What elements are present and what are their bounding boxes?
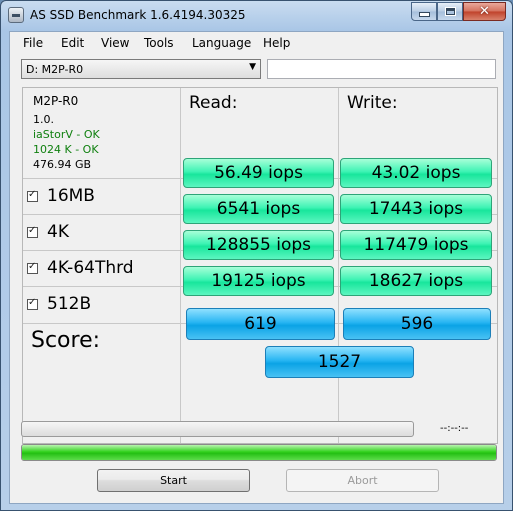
close-button[interactable]: ✕ bbox=[463, 2, 506, 21]
abort-button[interactable]: Abort bbox=[286, 469, 439, 492]
checkbox-16mb[interactable] bbox=[27, 189, 38, 202]
app-icon bbox=[8, 7, 24, 23]
test-row-16mb[interactable]: 16MB bbox=[27, 181, 95, 211]
result-4k-write: 17443 iops bbox=[340, 194, 492, 224]
drive-select[interactable]: D: M2P-R0 ▼ bbox=[21, 59, 261, 79]
write-column-header: Write: bbox=[347, 93, 398, 113]
test-label-4k: 4K bbox=[47, 222, 69, 242]
drive-capacity: 476.94 GB bbox=[33, 158, 92, 171]
menu-view[interactable]: View bbox=[101, 36, 129, 50]
test-row-512b[interactable]: 512B bbox=[27, 289, 91, 319]
score-label: Score: bbox=[31, 328, 101, 353]
menu-file[interactable]: File bbox=[23, 36, 43, 50]
checkbox-4k[interactable] bbox=[27, 225, 38, 238]
drive-name: M2P-R0 bbox=[33, 94, 79, 108]
minimize-button[interactable] bbox=[411, 2, 437, 21]
client-area: File Edit View Tools Language Help D: M2… bbox=[9, 31, 504, 504]
drive-select-value: D: M2P-R0 bbox=[26, 63, 84, 76]
result-4k-64thrd-read: 128855 iops bbox=[183, 230, 334, 260]
result-512b-write: 18627 iops bbox=[340, 266, 492, 296]
score-read: 619 bbox=[186, 308, 335, 340]
maximize-button[interactable] bbox=[437, 2, 463, 21]
result-512b-read: 19125 iops bbox=[183, 266, 334, 296]
overall-progress-fill bbox=[22, 445, 496, 460]
divider bbox=[338, 88, 339, 443]
result-4k-64thrd-write: 117479 iops bbox=[340, 230, 492, 260]
title-bar[interactable]: AS SSD Benchmark 1.6.4194.30325 ✕ bbox=[1, 1, 512, 31]
maximize-icon bbox=[444, 7, 456, 16]
alignment-status: 1024 K - OK bbox=[33, 143, 99, 156]
chevron-down-icon: ▼ bbox=[249, 62, 256, 72]
overall-progress-bar bbox=[21, 444, 497, 461]
menu-bar: File Edit View Tools Language Help bbox=[10, 32, 503, 54]
drive-version: 1.0. bbox=[33, 113, 54, 126]
minimize-icon bbox=[418, 12, 430, 17]
caption-buttons: ✕ bbox=[411, 2, 506, 22]
app-window: AS SSD Benchmark 1.6.4194.30325 ✕ File E… bbox=[0, 0, 513, 511]
divider bbox=[180, 88, 181, 443]
driver-status: iaStorV - OK bbox=[33, 128, 100, 141]
menu-tools[interactable]: Tools bbox=[144, 36, 174, 50]
result-16mb-read: 56.49 iops bbox=[183, 158, 334, 188]
menu-edit[interactable]: Edit bbox=[61, 36, 84, 50]
menu-help[interactable]: Help bbox=[263, 36, 290, 50]
test-row-4k[interactable]: 4K bbox=[27, 217, 69, 247]
test-progress-bar bbox=[21, 421, 414, 437]
window-title: AS SSD Benchmark 1.6.4194.30325 bbox=[30, 8, 246, 22]
score-total: 1527 bbox=[265, 346, 414, 378]
test-label-4k-64thrd: 4K-64Thrd bbox=[47, 258, 134, 278]
test-label-512b: 512B bbox=[47, 294, 92, 314]
score-write: 596 bbox=[343, 308, 491, 340]
read-column-header: Read: bbox=[189, 93, 238, 113]
start-button[interactable]: Start bbox=[97, 469, 250, 492]
result-16mb-write: 43.02 iops bbox=[340, 158, 492, 188]
test-label-16mb: 16MB bbox=[47, 186, 95, 206]
result-4k-read: 6541 iops bbox=[183, 194, 334, 224]
close-icon: ✕ bbox=[479, 4, 490, 19]
checkbox-4k-64thrd[interactable] bbox=[27, 261, 38, 274]
test-row-4k-64thrd[interactable]: 4K-64Thrd bbox=[27, 253, 134, 283]
checkbox-512b[interactable] bbox=[27, 297, 38, 310]
menu-language[interactable]: Language bbox=[192, 36, 251, 50]
drive-info-field bbox=[267, 59, 496, 79]
elapsed-timer: --:--:-- bbox=[440, 423, 469, 434]
